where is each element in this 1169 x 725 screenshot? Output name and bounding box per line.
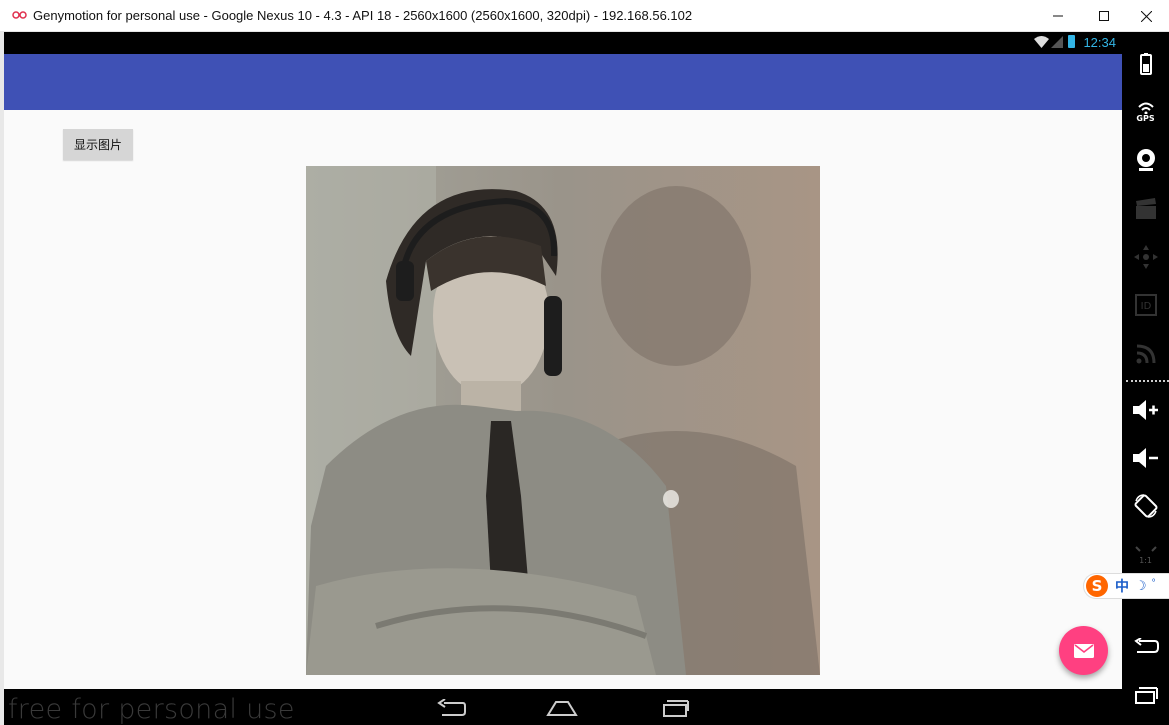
moon-icon[interactable]: ☽ <box>1135 578 1147 594</box>
dpad-icon <box>1133 245 1158 269</box>
device-back-button[interactable] <box>1122 626 1169 666</box>
rss-icon <box>1136 344 1155 364</box>
maximize-button[interactable] <box>1081 0 1127 32</box>
displayed-photo <box>306 166 820 675</box>
ratio-label: 1:1 <box>1139 555 1152 565</box>
android-status-bar: 12:34 <box>4 32 1122 54</box>
toolbar-separator <box>1126 380 1169 382</box>
close-button[interactable] <box>1123 0 1169 32</box>
android-nav-bar: free for personal use <box>4 689 1122 725</box>
nav-home-button[interactable] <box>546 699 578 717</box>
ime-toolbar[interactable]: S 中 ☽ ° <box>1083 573 1169 599</box>
battery-icon <box>1139 53 1152 75</box>
pixel-perfect-icon <box>1134 545 1157 552</box>
back-icon <box>1133 638 1159 653</box>
device-id-button[interactable]: ID <box>1122 285 1169 325</box>
svg-text:ID: ID <box>1140 301 1151 312</box>
sogou-logo-icon[interactable]: S <box>1086 575 1108 597</box>
minimize-icon <box>1053 15 1063 17</box>
pixel-perfect-button[interactable]: 1:1 <box>1122 535 1169 575</box>
app-toolbar <box>4 54 1122 110</box>
battery-widget-button[interactable] <box>1122 44 1169 84</box>
ime-punctuation-toggle[interactable]: ° <box>1152 578 1156 589</box>
gps-widget-button[interactable]: GPS <box>1122 92 1169 132</box>
rotate-button[interactable] <box>1122 486 1169 526</box>
gps-icon <box>1137 102 1154 114</box>
genymotion-logo-icon <box>12 11 27 19</box>
dpad-widget-button[interactable] <box>1122 237 1169 277</box>
show-image-button[interactable]: 显示图片 <box>63 129 133 160</box>
device-screen: 12:34 显示图片 free for personal use <box>4 32 1122 725</box>
signal-icon <box>1051 36 1063 48</box>
gps-label: GPS <box>1136 113 1155 123</box>
close-icon <box>1140 10 1152 22</box>
recent-apps-icon <box>1134 687 1158 704</box>
webcam-icon <box>1136 149 1155 171</box>
nav-back-button[interactable] <box>436 699 466 717</box>
wifi-icon <box>1034 36 1049 48</box>
battery-icon <box>1068 35 1075 48</box>
maximize-icon <box>1099 11 1109 21</box>
device-recent-apps-button[interactable] <box>1122 675 1169 715</box>
genymotion-toolbar: GPS ID 1:1 <box>1122 32 1169 725</box>
video-capture-button[interactable] <box>1122 189 1169 229</box>
rss-widget-button[interactable] <box>1122 334 1169 374</box>
mail-fab-button[interactable] <box>1059 626 1108 675</box>
personal-use-watermark: free for personal use <box>8 694 295 725</box>
photo-image <box>306 166 820 675</box>
volume-down-icon <box>1132 448 1158 468</box>
volume-down-button[interactable] <box>1122 438 1169 478</box>
video-capture-icon <box>1135 198 1156 219</box>
rotate-icon <box>1134 494 1157 518</box>
device-id-icon: ID <box>1134 294 1157 316</box>
window-titlebar: Genymotion for personal use - Google Nex… <box>0 0 1169 32</box>
minimize-button[interactable] <box>1035 0 1081 32</box>
app-content: 显示图片 <box>4 110 1122 689</box>
window-title: Genymotion for personal use - Google Nex… <box>33 8 693 23</box>
volume-up-button[interactable] <box>1122 390 1169 430</box>
ime-language-toggle[interactable]: 中 <box>1115 576 1129 596</box>
mail-icon <box>1073 643 1094 658</box>
status-clock: 12:34 <box>1083 35 1116 50</box>
webcam-widget-button[interactable] <box>1122 140 1169 180</box>
volume-up-icon <box>1132 400 1158 420</box>
nav-recent-apps-button[interactable] <box>660 699 690 717</box>
